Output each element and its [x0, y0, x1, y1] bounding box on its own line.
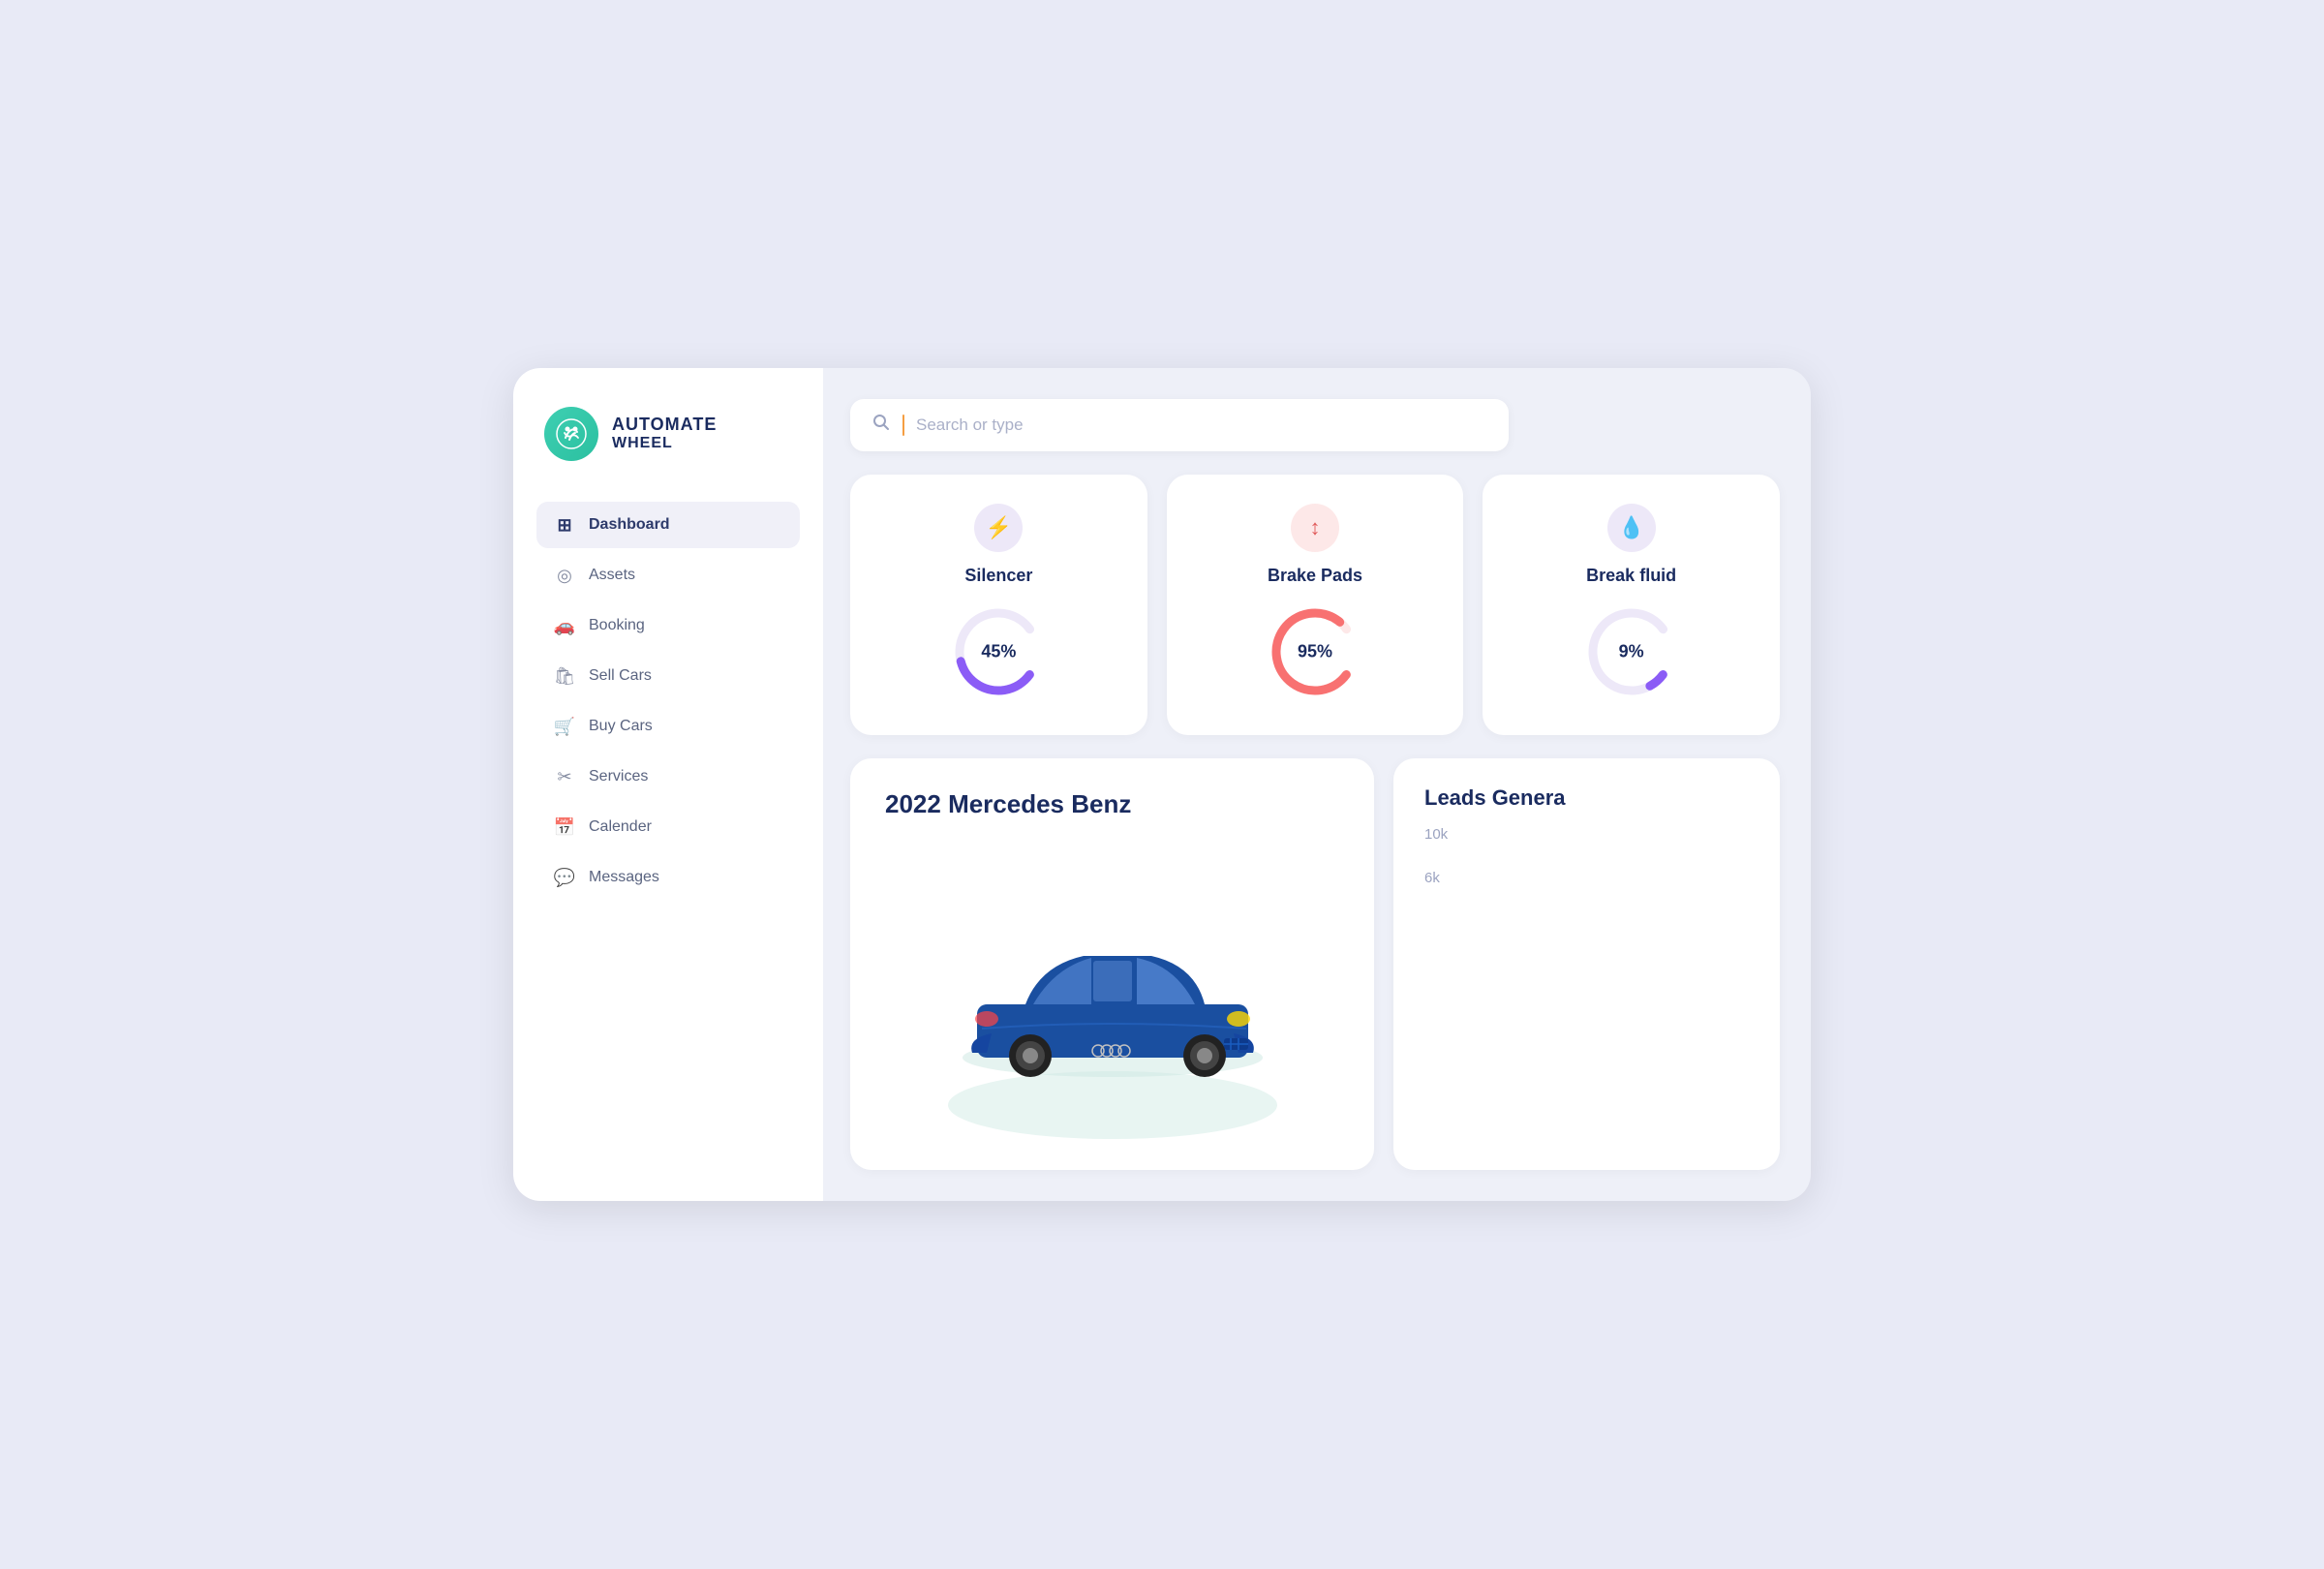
assets-icon: ◎ [554, 565, 575, 586]
sidebar-item-booking[interactable]: 🚗 Booking [536, 602, 800, 649]
sidebar-item-dashboard[interactable]: ⊞ Dashboard [536, 502, 800, 548]
break-fluid-value: 9% [1619, 642, 1644, 662]
logo-area: AUTOMATE WHEEL [536, 407, 800, 461]
sidebar-label-booking: Booking [589, 617, 645, 634]
sell-cars-icon: 🛍 [554, 665, 575, 687]
leads-yaxis: 10k 6k [1424, 826, 1749, 886]
sidebar-item-assets[interactable]: ◎ Assets [536, 552, 800, 599]
sidebar-label-dashboard: Dashboard [589, 516, 670, 534]
booking-icon: 🚗 [554, 615, 575, 636]
bottom-row: 2022 Mercedes Benz [850, 758, 1780, 1170]
logo-title: AUTOMATE [612, 415, 717, 435]
sidebar-label-services: Services [589, 768, 648, 785]
logo-icon [544, 407, 598, 461]
calender-icon: 📅 [554, 816, 575, 838]
sidebar-label-calender: Calender [589, 818, 652, 836]
break-fluid-icon-wrap: 💧 [1607, 504, 1656, 552]
car-svg [948, 888, 1277, 1087]
metric-card-break-fluid: 💧 Break fluid 9% [1483, 475, 1780, 735]
buy-cars-icon: 🛒 [554, 716, 575, 737]
silencer-icon-wrap: ⚡ [974, 504, 1023, 552]
leads-card-title: Leads Genera [1424, 785, 1749, 811]
sidebar-label-sell-cars: Sell Cars [589, 667, 652, 685]
silencer-title: Silencer [964, 566, 1032, 586]
car-image-wrap [885, 835, 1339, 1139]
sidebar-item-services[interactable]: ✂ Services [536, 754, 800, 800]
sidebar-item-buy-cars[interactable]: 🛒 Buy Cars [536, 703, 800, 750]
logo-subtitle: WHEEL [612, 435, 717, 452]
sidebar-label-messages: Messages [589, 869, 659, 886]
sidebar-nav: ⊞ Dashboard◎ Assets🚗 Booking🛍 Sell Cars🛒… [536, 502, 800, 901]
sidebar-item-sell-cars[interactable]: 🛍 Sell Cars [536, 653, 800, 699]
car-card: 2022 Mercedes Benz [850, 758, 1374, 1170]
dashboard-icon: ⊞ [554, 514, 575, 536]
sidebar: AUTOMATE WHEEL ⊞ Dashboard◎ Assets🚗 Book… [513, 368, 823, 1201]
leads-yval: 10k [1424, 826, 1749, 843]
main-content: ⚡ Silencer 45% ↕ Brake Pads 95% 💧 Break … [823, 368, 1811, 1201]
break-fluid-donut: 9% [1583, 603, 1680, 700]
logo-text: AUTOMATE WHEEL [612, 415, 717, 452]
car-card-title: 2022 Mercedes Benz [885, 789, 1339, 819]
silencer-value: 45% [981, 642, 1016, 662]
app-container: AUTOMATE WHEEL ⊞ Dashboard◎ Assets🚗 Book… [513, 368, 1811, 1201]
search-icon [872, 413, 891, 438]
brake-pads-title: Brake Pads [1268, 566, 1362, 586]
metric-card-brake-pads: ↕ Brake Pads 95% [1167, 475, 1464, 735]
services-icon: ✂ [554, 766, 575, 787]
sidebar-item-messages[interactable]: 💬 Messages [536, 854, 800, 901]
brake-pads-donut: 95% [1267, 603, 1363, 700]
sidebar-label-buy-cars: Buy Cars [589, 718, 653, 735]
silencer-donut: 45% [950, 603, 1047, 700]
sidebar-item-calender[interactable]: 📅 Calender [536, 804, 800, 850]
search-divider [902, 415, 904, 436]
search-bar [850, 399, 1509, 451]
search-input[interactable] [916, 415, 1487, 435]
sidebar-label-assets: Assets [589, 567, 635, 584]
messages-icon: 💬 [554, 867, 575, 888]
brake-pads-icon-wrap: ↕ [1291, 504, 1339, 552]
metric-card-silencer: ⚡ Silencer 45% [850, 475, 1147, 735]
break-fluid-title: Break fluid [1586, 566, 1676, 586]
leads-card: Leads Genera 10k 6k [1393, 758, 1780, 1170]
brake-pads-value: 95% [1298, 642, 1332, 662]
metric-cards-row: ⚡ Silencer 45% ↕ Brake Pads 95% 💧 Break … [850, 475, 1780, 735]
leads-yval: 6k [1424, 870, 1749, 886]
